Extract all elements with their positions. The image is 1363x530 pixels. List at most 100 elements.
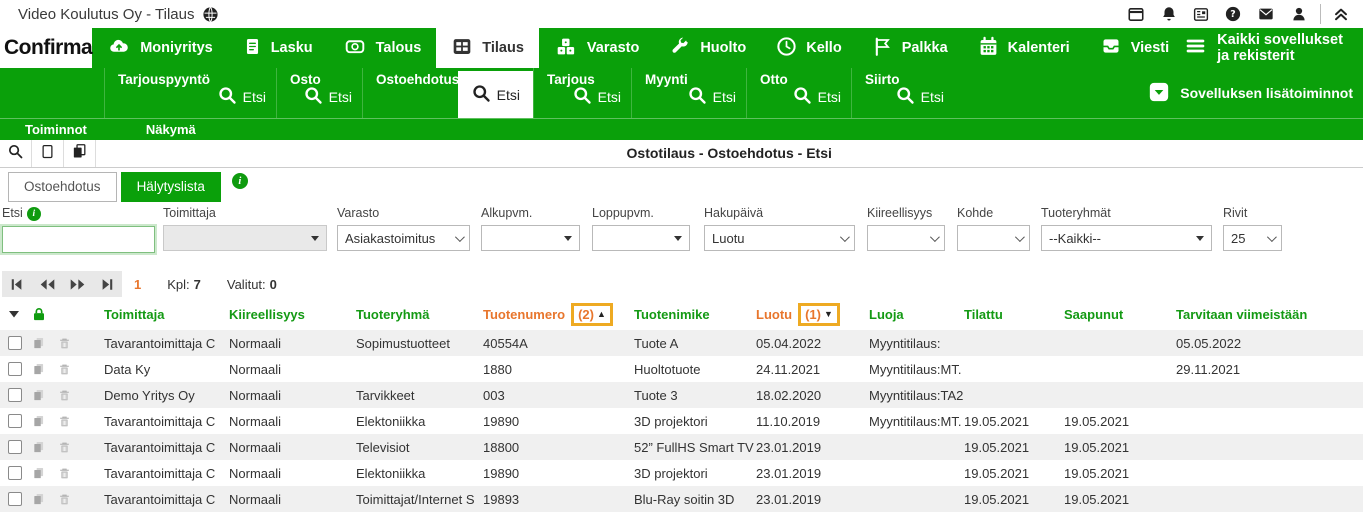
all-apps-button[interactable]: Kaikki sovellukset ja rekisterit: [1184, 28, 1363, 68]
subnav-label[interactable]: Tarjouspyyntö: [118, 72, 210, 87]
myynti-etsi-button[interactable]: Etsi: [687, 85, 736, 109]
tarjous-etsi-button[interactable]: Etsi: [572, 85, 621, 109]
first-page-button[interactable]: [2, 271, 32, 297]
nav-item-palkka[interactable]: Palkka: [857, 28, 963, 68]
table-row[interactable]: Data Ky Normaali 1880 Huoltotuote 24.11.…: [0, 356, 1363, 382]
bell-icon[interactable]: [1160, 5, 1178, 23]
table-row[interactable]: Tavarantoimittaja C Normaali Elektoniikk…: [0, 460, 1363, 486]
ostoehdotus-etsi-button-selected[interactable]: Etsi: [458, 71, 533, 118]
mail-icon[interactable]: [1256, 6, 1276, 22]
table-row[interactable]: Tavarantoimittaja C Normaali Elektoniikk…: [0, 408, 1363, 434]
row-checkbox[interactable]: [8, 492, 22, 506]
varasto-select[interactable]: Asiakastoimitus: [337, 225, 470, 251]
kohde-select[interactable]: [957, 225, 1030, 251]
nav-label: Varasto: [587, 40, 639, 56]
help-icon[interactable]: ?: [1224, 5, 1242, 23]
toolbar-new-button[interactable]: [32, 140, 64, 167]
nav-item-huolto[interactable]: Huolto: [654, 28, 761, 68]
table-body: Tavarantoimittaja C Normaali Sopimustuot…: [0, 330, 1363, 512]
trash-icon[interactable]: [52, 362, 77, 377]
row-checkbox[interactable]: [8, 336, 22, 350]
toolbar-search-button[interactable]: [0, 140, 32, 167]
loppupvm-dropdown[interactable]: [592, 225, 690, 251]
trash-icon[interactable]: [52, 336, 77, 351]
collapse-header-icon[interactable]: [1331, 3, 1351, 23]
calendar-icon: [978, 36, 999, 61]
copy-row-icon[interactable]: [26, 336, 52, 351]
tab-ostoehdotus[interactable]: Ostoehdotus: [8, 172, 117, 202]
copy-row-icon[interactable]: [26, 362, 52, 377]
tarjouspyynto-etsi-button[interactable]: Etsi: [217, 85, 266, 109]
header-saapunut[interactable]: Saapunut: [1064, 307, 1176, 322]
select-all-dropdown-icon[interactable]: [9, 311, 26, 318]
menu-toiminnot[interactable]: Toiminnot: [13, 122, 99, 137]
copy-row-icon[interactable]: [26, 440, 52, 455]
nav-item-kalenteri[interactable]: Kalenteri: [963, 28, 1085, 68]
window-icon[interactable]: [1126, 6, 1146, 23]
toimittaja-dropdown[interactable]: [163, 225, 327, 251]
trash-icon[interactable]: [52, 388, 77, 403]
nav-item-kello[interactable]: Kello: [761, 28, 856, 68]
table-row[interactable]: Tavarantoimittaja C Normaali Toimittajat…: [0, 486, 1363, 512]
header-tilattu[interactable]: Tilattu: [964, 307, 1064, 322]
tab-halytyslista[interactable]: Hälytyslista: [121, 172, 221, 202]
table-row[interactable]: Tavarantoimittaja C Normaali Televisiot …: [0, 434, 1363, 460]
menu-nakyma[interactable]: Näkymä: [134, 122, 208, 137]
row-checkbox[interactable]: [8, 466, 22, 480]
copy-row-icon[interactable]: [26, 492, 52, 507]
nav-item-tilaus[interactable]: Tilaus: [436, 28, 539, 68]
nav-item-talous[interactable]: Talous: [328, 28, 437, 68]
header-tuoteryhma[interactable]: Tuoteryhmä: [356, 307, 483, 322]
hakupaiva-select[interactable]: Luotu: [704, 225, 855, 251]
subnav-label[interactable]: Otto: [760, 72, 788, 87]
user-icon[interactable]: [1290, 5, 1308, 23]
prev-page-button[interactable]: [32, 271, 62, 297]
trash-icon[interactable]: [52, 466, 77, 481]
siirto-etsi-button[interactable]: Etsi: [895, 85, 944, 109]
search-input[interactable]: [2, 226, 155, 253]
kiireellisyys-select[interactable]: [867, 225, 945, 251]
header-tuotenumero[interactable]: Tuotenumero (2) ▲: [483, 303, 634, 326]
rivit-select[interactable]: 25: [1223, 225, 1282, 251]
row-checkbox[interactable]: [8, 440, 22, 454]
header-toimittaja[interactable]: Toimittaja: [104, 307, 229, 322]
row-checkbox[interactable]: [8, 414, 22, 428]
trash-icon[interactable]: [52, 414, 77, 429]
info-icon[interactable]: i: [27, 207, 41, 221]
alkupvm-dropdown[interactable]: [481, 225, 580, 251]
header-luotu[interactable]: Luotu (1) ▼: [756, 303, 869, 326]
osto-etsi-button[interactable]: Etsi: [303, 85, 352, 109]
subnav-label[interactable]: Ostoehdotus: [376, 72, 459, 87]
table-row[interactable]: Demo Yritys Oy Normaali Tarvikkeet 003 T…: [0, 382, 1363, 408]
header-tuotenimike[interactable]: Tuotenimike: [634, 307, 756, 322]
tuoteryhmat-dropdown[interactable]: --Kaikki--: [1041, 225, 1212, 251]
sort-asc-icon[interactable]: ▲: [597, 310, 606, 319]
nav-item-moniyritys[interactable]: Moniyritys: [92, 28, 228, 68]
last-page-button[interactable]: [92, 271, 122, 297]
globe-icon[interactable]: [202, 6, 219, 23]
trash-icon[interactable]: [52, 492, 77, 507]
row-checkbox[interactable]: [8, 362, 22, 376]
trash-icon[interactable]: [52, 440, 77, 455]
header-luoja[interactable]: Luoja: [869, 307, 964, 322]
row-checkbox[interactable]: [8, 388, 22, 402]
toolbar-copy-button[interactable]: [64, 140, 96, 167]
sort-desc-icon[interactable]: ▼: [824, 310, 833, 319]
current-page[interactable]: 1: [134, 277, 141, 292]
copy-row-icon[interactable]: [26, 388, 52, 403]
news-icon[interactable]: [1192, 6, 1210, 23]
info-icon[interactable]: i: [232, 173, 248, 189]
header-kiireellisyys[interactable]: Kiireellisyys: [229, 307, 356, 322]
next-page-button[interactable]: [62, 271, 92, 297]
copy-row-icon[interactable]: [26, 466, 52, 481]
nav-item-varasto[interactable]: Varasto: [539, 28, 654, 68]
table-row[interactable]: Tavarantoimittaja C Normaali Sopimustuot…: [0, 330, 1363, 356]
otto-etsi-button[interactable]: Etsi: [792, 85, 841, 109]
nav-item-viesti[interactable]: Viesti: [1085, 28, 1184, 68]
app-extras-button[interactable]: Sovelluksen lisätoiminnot: [1148, 68, 1363, 118]
header-tarvitaan[interactable]: Tarvitaan viimeistään: [1176, 307, 1363, 322]
subnav-label[interactable]: Myynti: [645, 72, 688, 87]
nav-item-lasku[interactable]: Lasku: [228, 28, 328, 68]
subnav-group-otto: Otto Etsi: [746, 68, 851, 118]
copy-row-icon[interactable]: [26, 414, 52, 429]
